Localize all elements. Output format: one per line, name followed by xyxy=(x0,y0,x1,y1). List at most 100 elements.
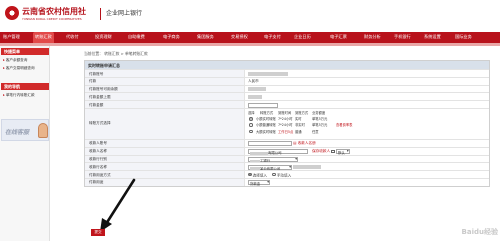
row-usage-mode: 付款用途方式 选择填入 手动填入 xyxy=(85,170,489,178)
header: 云南省农村信用社 YUNNAN RURAL CREDIT COOPERATIVE… xyxy=(0,0,500,32)
bank-logo-icon xyxy=(5,6,19,20)
method-radio-small-normal[interactable] xyxy=(249,123,253,127)
usage-radio-manual[interactable] xyxy=(272,172,276,177)
sidebar-item-detail[interactable]: 客户交易明细查询 xyxy=(3,66,35,71)
method-time: 工作日5点 xyxy=(278,129,294,134)
nav-tab-account[interactable]: 账户管理 xyxy=(3,34,20,40)
nav-tab-epay[interactable]: 电子支付 xyxy=(264,34,281,40)
payer-balance-value xyxy=(248,87,266,92)
nav-tab-group[interactable]: 集团服务 xyxy=(197,34,214,40)
payee-book-link[interactable]: 收款人名册 xyxy=(298,141,316,145)
row-payer-name: 付款 人民币 xyxy=(85,76,489,85)
payer-account-value xyxy=(248,71,288,76)
payee-branch-label: 收款行名称 xyxy=(85,163,245,171)
save-payee-link[interactable]: 保存收款人 xyxy=(312,149,330,153)
nav-tab-payment[interactable]: 自助缴费 xyxy=(128,34,145,40)
payee-account-label: 收款人账号 xyxy=(85,139,245,147)
usage-radio-select[interactable] xyxy=(248,172,252,177)
payee-branch-detail xyxy=(293,164,322,169)
nav-tab-ebill[interactable]: 电子汇票 xyxy=(330,34,347,40)
header-divider xyxy=(100,8,101,20)
nav-tab-authorization[interactable]: 交易授权 xyxy=(231,34,248,40)
usage-option-select: 选择填入 xyxy=(252,173,268,178)
payer-currency-value: 人民币 xyxy=(248,79,259,84)
col-limit: 业务额度 xyxy=(312,110,326,115)
row-payee-name: 收款人名称 有限公司 保存收款人 默认 xyxy=(85,146,489,155)
method-limit: 单笔5万元 xyxy=(312,123,328,128)
row-purpose: 付款用途 货款金 xyxy=(85,177,489,186)
breadcrumb: 当前位置： 转账汇款 > 单笔转账汇款 xyxy=(84,51,148,56)
row-payer-balance: 付款账号可用余额 xyxy=(85,84,489,93)
nav-tab-collection[interactable]: 代收付 xyxy=(66,34,79,40)
watermark: Baidu经验 xyxy=(461,228,498,236)
method-name: 小额普通转账 xyxy=(256,123,276,128)
transfer-form: 实时转账申请汇总 付款账号 付款 人民币 付款账号可用余额 付款金额上限 付款金… xyxy=(84,60,490,187)
sidebar-header-shortcuts: 快捷菜单 xyxy=(1,48,49,55)
method-time: 7*24小时 xyxy=(278,123,293,128)
method-time: 7*24小时 xyxy=(278,117,293,122)
method-limit: 任意 xyxy=(312,129,319,134)
method-mode: 非实时 xyxy=(295,123,305,128)
sub-nav-bar xyxy=(0,43,500,46)
col-select: 选择 xyxy=(248,110,255,115)
sidebar-header-navigation: 我的导航 xyxy=(1,83,49,90)
row-payer-account: 付款账号 xyxy=(85,69,489,77)
method-radio-small-realtime[interactable] xyxy=(249,117,253,121)
method-limit: 单笔5万元 xyxy=(312,117,328,122)
fee-table-link[interactable]: 查看费率表 xyxy=(336,122,352,127)
row-transfer-method: 转账方式选择 选择 转账方式 到账时间 到账方式 业务额度 小额实时转账 7*2… xyxy=(85,107,489,139)
method-radio-large-realtime[interactable] xyxy=(249,129,253,134)
nav-tab-transfer[interactable]: 转账汇款 xyxy=(33,32,54,43)
address-book-icon: ▤ xyxy=(293,141,297,146)
nav-tab-international[interactable]: 国际业务 xyxy=(455,34,472,40)
usage-option-manual: 手动填入 xyxy=(276,173,292,178)
payee-branch-select[interactable]: 某分有限公司 xyxy=(248,164,292,171)
nav-tab-ecommerce[interactable]: 电子商务 xyxy=(163,34,180,40)
amount-label: 付款金额 xyxy=(85,101,245,108)
payer-balance-label: 付款账号可用余额 xyxy=(85,85,245,93)
brand-name: 云南省农村信用社 xyxy=(22,7,86,16)
usage-mode-label: 付款用途方式 xyxy=(85,171,245,178)
amount-input[interactable] xyxy=(248,102,278,108)
sidebar-item-single-transfer[interactable]: 单笔行内转账汇款 xyxy=(3,93,35,98)
payee-bank-label: 收款行行别 xyxy=(85,155,245,163)
nav-tab-mobile[interactable]: 手机银行 xyxy=(394,34,411,40)
payer-account-label: 付款账号 xyxy=(85,70,245,77)
row-payee-account: 收款人账号 ▤ 收款人名册 xyxy=(85,138,489,147)
method-mode: 普通 xyxy=(295,129,302,134)
form-title: 实时转账申请汇总 xyxy=(85,61,489,69)
sidebar: 快捷菜单 客户余额查询 客户交易明细查询 我的导航 单笔行内转账汇款 在线客服 xyxy=(0,46,50,241)
nav-tab-analysis[interactable]: 财务分析 xyxy=(364,34,381,40)
row-payee-bank: 收款行行别 工银行 xyxy=(85,154,489,163)
col-method: 转账方式 xyxy=(260,110,274,115)
purpose-select[interactable]: 货款金 xyxy=(248,180,270,186)
default-select[interactable]: 默认 xyxy=(335,149,350,155)
service-agent-avatar xyxy=(38,123,48,138)
payee-account-input[interactable] xyxy=(248,141,292,147)
payer-name-label: 付款 xyxy=(85,77,245,85)
amount-cap-label: 付款金额上限 xyxy=(85,93,245,101)
sidebar-item-balance[interactable]: 客户余额查询 xyxy=(3,58,28,63)
payee-name-input[interactable]: 有限公司 xyxy=(248,149,308,155)
transfer-method-label: 转账方式选择 xyxy=(85,108,245,139)
section-title: 企业网上银行 xyxy=(106,10,143,17)
nav-tab-investment[interactable]: 投资理财 xyxy=(95,34,112,40)
nav-tab-settings[interactable]: 系统设置 xyxy=(424,34,441,40)
brand-name-en: YUNNAN RURAL CREDIT COOPERATIVES xyxy=(22,17,82,21)
payee-bank-select[interactable]: 工银行 xyxy=(248,157,298,163)
main-nav: 账户管理 转账汇款 代收付 投资理财 自助缴费 电子商务 集团服务 交易授权 电… xyxy=(0,32,500,43)
col-mode: 到账方式 xyxy=(295,110,309,115)
row-amount-cap: 付款金额上限 xyxy=(85,92,489,101)
col-time: 到账时间 xyxy=(278,110,292,115)
method-name: 小额实时转账 xyxy=(256,117,276,122)
submit-button[interactable]: 提交 xyxy=(91,229,105,236)
default-checkbox[interactable] xyxy=(331,149,335,154)
annotation-arrow-icon xyxy=(100,178,136,232)
amount-cap-value xyxy=(248,94,262,99)
online-service-banner[interactable]: 在线客服 xyxy=(1,119,49,141)
row-amount: 付款金额 xyxy=(85,100,489,108)
nav-tab-calendar[interactable]: 企业日历 xyxy=(294,34,311,40)
method-mode: 实时 xyxy=(295,117,302,122)
method-name: 大额实时转账 xyxy=(256,129,276,134)
row-payee-branch: 收款行名称 某分有限公司 xyxy=(85,162,489,171)
